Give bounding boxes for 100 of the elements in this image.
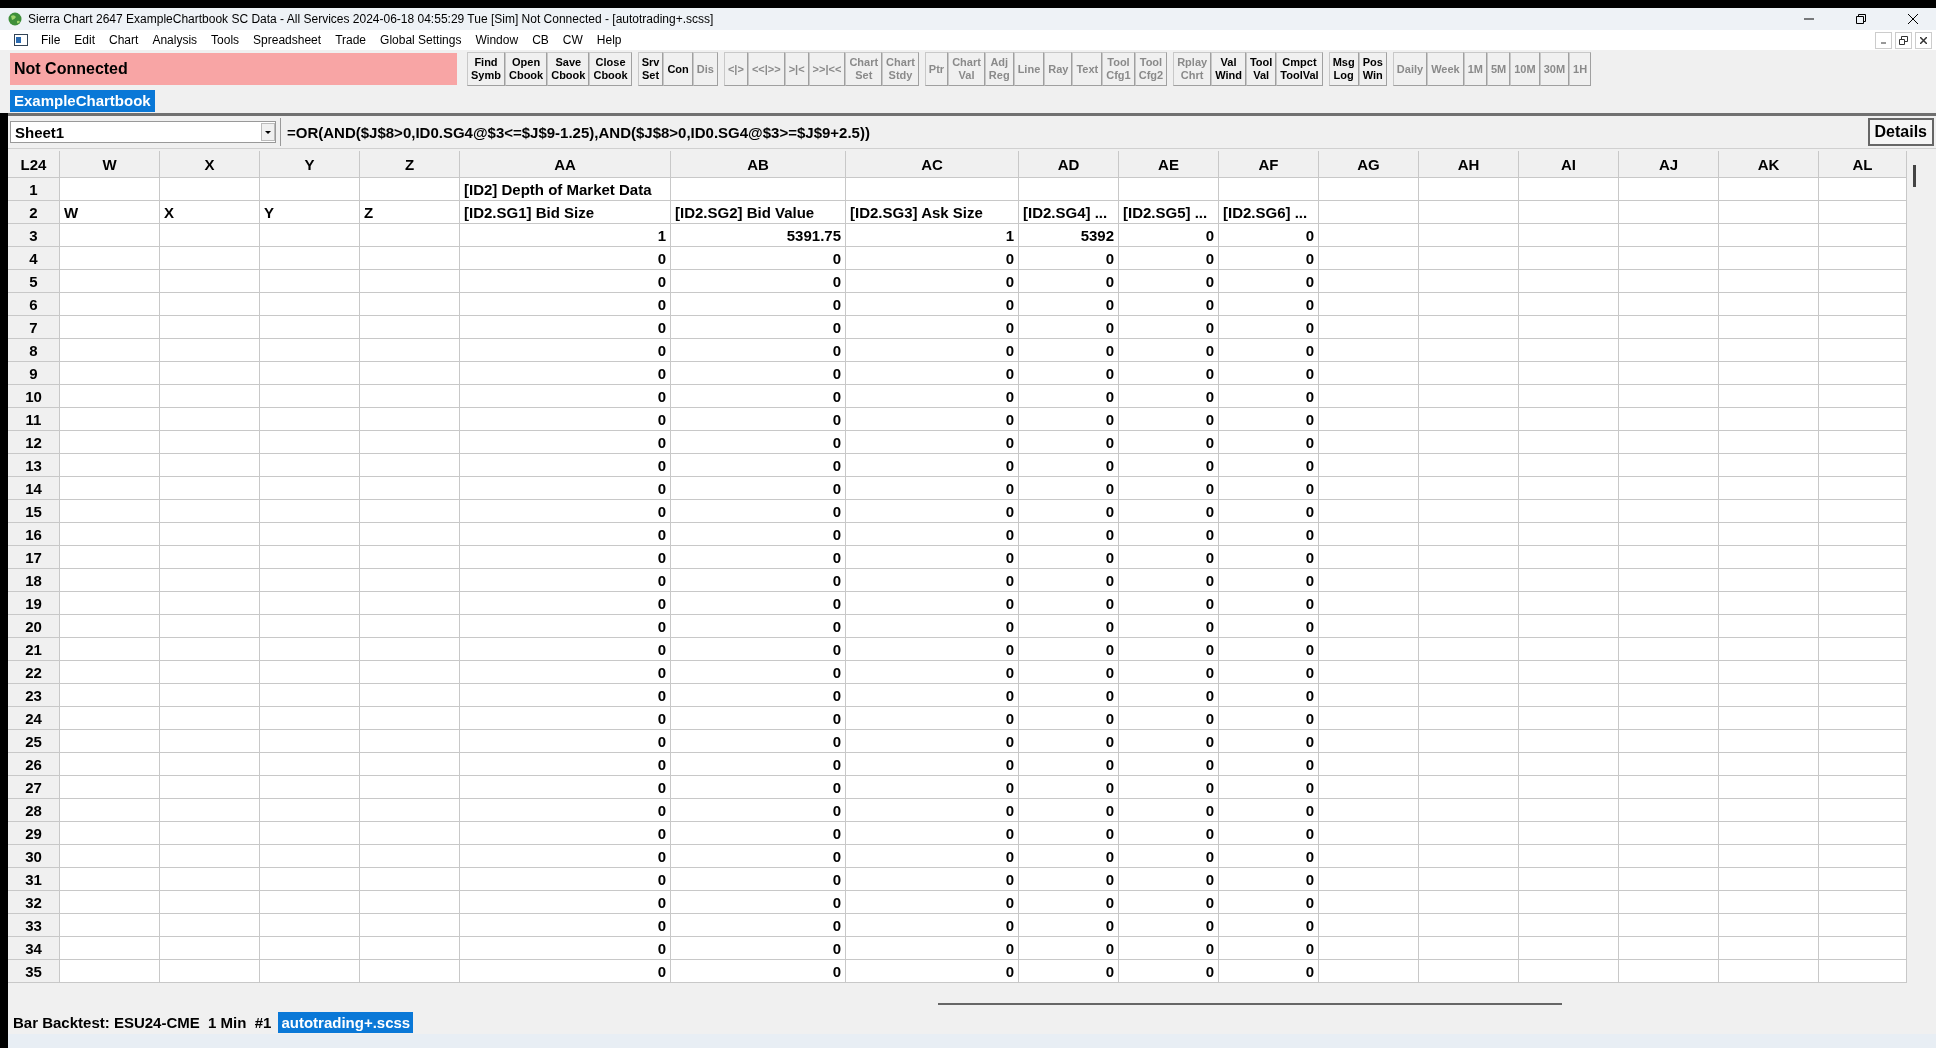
menu-item[interactable]: Trade [328, 30, 374, 50]
row-header[interactable]: 11 [8, 408, 60, 431]
column-header[interactable]: X [160, 151, 260, 178]
row-header[interactable]: 30 [8, 845, 60, 868]
scrollbar-thumb[interactable] [938, 1003, 1562, 1005]
table-cell: 0 [671, 500, 846, 523]
toolbar-button[interactable]: Pos Win [1358, 52, 1387, 86]
column-header[interactable]: AJ [1619, 151, 1719, 178]
row-header[interactable]: 3 [8, 224, 60, 247]
sheet-tab[interactable]: Bar Backtest: ESU24-CME 1 Min #1 [10, 1011, 275, 1033]
row-header[interactable]: 20 [8, 615, 60, 638]
column-header[interactable]: AE [1119, 151, 1219, 178]
menu-item[interactable]: CW [555, 30, 590, 50]
column-header[interactable]: AD [1019, 151, 1119, 178]
row-header[interactable]: 2 [8, 201, 60, 224]
row-header[interactable]: 28 [8, 799, 60, 822]
row-header[interactable]: 16 [8, 523, 60, 546]
column-header[interactable]: W [60, 151, 160, 178]
details-button[interactable]: Details [1867, 118, 1934, 146]
toolbar-button[interactable]: Find Symb [467, 52, 505, 86]
sheet-dropdown[interactable]: Sheet1 [10, 121, 276, 143]
table-cell: 0 [1119, 845, 1219, 868]
toolbar-button[interactable]: Open Cbook [504, 52, 548, 86]
row-header[interactable]: 13 [8, 454, 60, 477]
column-header[interactable]: AC [846, 151, 1019, 178]
row-header[interactable]: 17 [8, 546, 60, 569]
menu-item[interactable]: File [34, 30, 68, 50]
toolbar-button[interactable]: Con [663, 52, 693, 86]
column-header[interactable]: Z [360, 151, 460, 178]
menu-item[interactable]: Chart [102, 30, 146, 50]
menu-item[interactable]: Global Settings [373, 30, 469, 50]
row-header[interactable]: 18 [8, 569, 60, 592]
column-header[interactable]: AB [671, 151, 846, 178]
row-header[interactable]: 31 [8, 868, 60, 891]
row-header[interactable]: 21 [8, 638, 60, 661]
toolbar-button[interactable]: Close Cbook [589, 52, 632, 86]
row-header[interactable]: 35 [8, 960, 60, 983]
column-header[interactable]: AG [1319, 151, 1419, 178]
menu-item[interactable]: CB [525, 30, 556, 50]
row-header[interactable]: 27 [8, 776, 60, 799]
row-header[interactable]: 10 [8, 385, 60, 408]
table-cell: 1 [846, 224, 1019, 247]
row-header[interactable]: 23 [8, 684, 60, 707]
row-header[interactable]: 19 [8, 592, 60, 615]
row-header[interactable]: 14 [8, 477, 60, 500]
menu-item[interactable]: Edit [67, 30, 103, 50]
column-header[interactable]: AA [460, 151, 671, 178]
table-cell: 0 [1019, 546, 1119, 569]
row-header[interactable]: 26 [8, 753, 60, 776]
column-header[interactable]: AL [1819, 151, 1907, 178]
menu-item[interactable]: Help [589, 30, 629, 50]
table-cell: 0 [671, 431, 846, 454]
table-cell: 0 [671, 523, 846, 546]
column-header[interactable]: Y [260, 151, 360, 178]
row-header[interactable]: 4 [8, 247, 60, 270]
column-header[interactable]: AK [1719, 151, 1819, 178]
column-header[interactable]: AI [1519, 151, 1619, 178]
row-header[interactable]: 29 [8, 822, 60, 845]
toolbar-button[interactable]: Cmpct ToolVal [1276, 52, 1323, 86]
table-cell: 0 [1019, 891, 1119, 914]
row-header[interactable]: 6 [8, 293, 60, 316]
menu-item[interactable]: Analysis [145, 30, 205, 50]
document-icon[interactable] [14, 34, 28, 46]
restore-button[interactable] [1895, 31, 1912, 49]
menu-item[interactable]: Spreadsheet [246, 30, 329, 50]
table-cell: 0 [671, 385, 846, 408]
table-cell: W [60, 201, 160, 224]
chartbook-tab[interactable]: ExampleChartbook [10, 89, 155, 112]
row-header[interactable]: 5 [8, 270, 60, 293]
column-header[interactable]: AF [1219, 151, 1319, 178]
table-cell: 0 [671, 454, 846, 477]
row-header[interactable]: 25 [8, 730, 60, 753]
row-header[interactable]: 34 [8, 937, 60, 960]
row-header[interactable]: 1 [8, 178, 60, 201]
row-header[interactable]: 7 [8, 316, 60, 339]
row-header[interactable]: 9 [8, 362, 60, 385]
sheet-tab[interactable]: autotrading+.scss [278, 1011, 414, 1033]
row-header[interactable]: 12 [8, 431, 60, 454]
toolbar-button[interactable]: Msg Log [1328, 52, 1359, 86]
menu-item[interactable]: Window [468, 30, 526, 50]
table-cell: 0 [1119, 431, 1219, 454]
row-header[interactable]: 8 [8, 339, 60, 362]
row-header[interactable]: 24 [8, 707, 60, 730]
close-button[interactable] [1915, 31, 1932, 49]
row-header[interactable]: 33 [8, 914, 60, 937]
menu-item[interactable]: Tools [204, 30, 247, 50]
row-header[interactable]: 32 [8, 891, 60, 914]
column-header[interactable]: AH [1419, 151, 1519, 178]
toolbar-button[interactable]: Save Cbook [547, 52, 590, 86]
row-header[interactable]: 15 [8, 500, 60, 523]
toolbar-button[interactable]: Tool Val [1245, 52, 1277, 86]
table-cell: 0 [1019, 822, 1119, 845]
toolbar-button[interactable]: Val Wind [1211, 52, 1246, 86]
table-cell: 0 [1119, 408, 1219, 431]
table-cell: 0 [846, 500, 1019, 523]
row-header[interactable]: 22 [8, 661, 60, 684]
table-cell: 0 [671, 730, 846, 753]
table-cell: 0 [1219, 270, 1319, 293]
toolbar-button[interactable]: Srv Set [637, 52, 664, 86]
table-cell: 0 [1119, 684, 1219, 707]
